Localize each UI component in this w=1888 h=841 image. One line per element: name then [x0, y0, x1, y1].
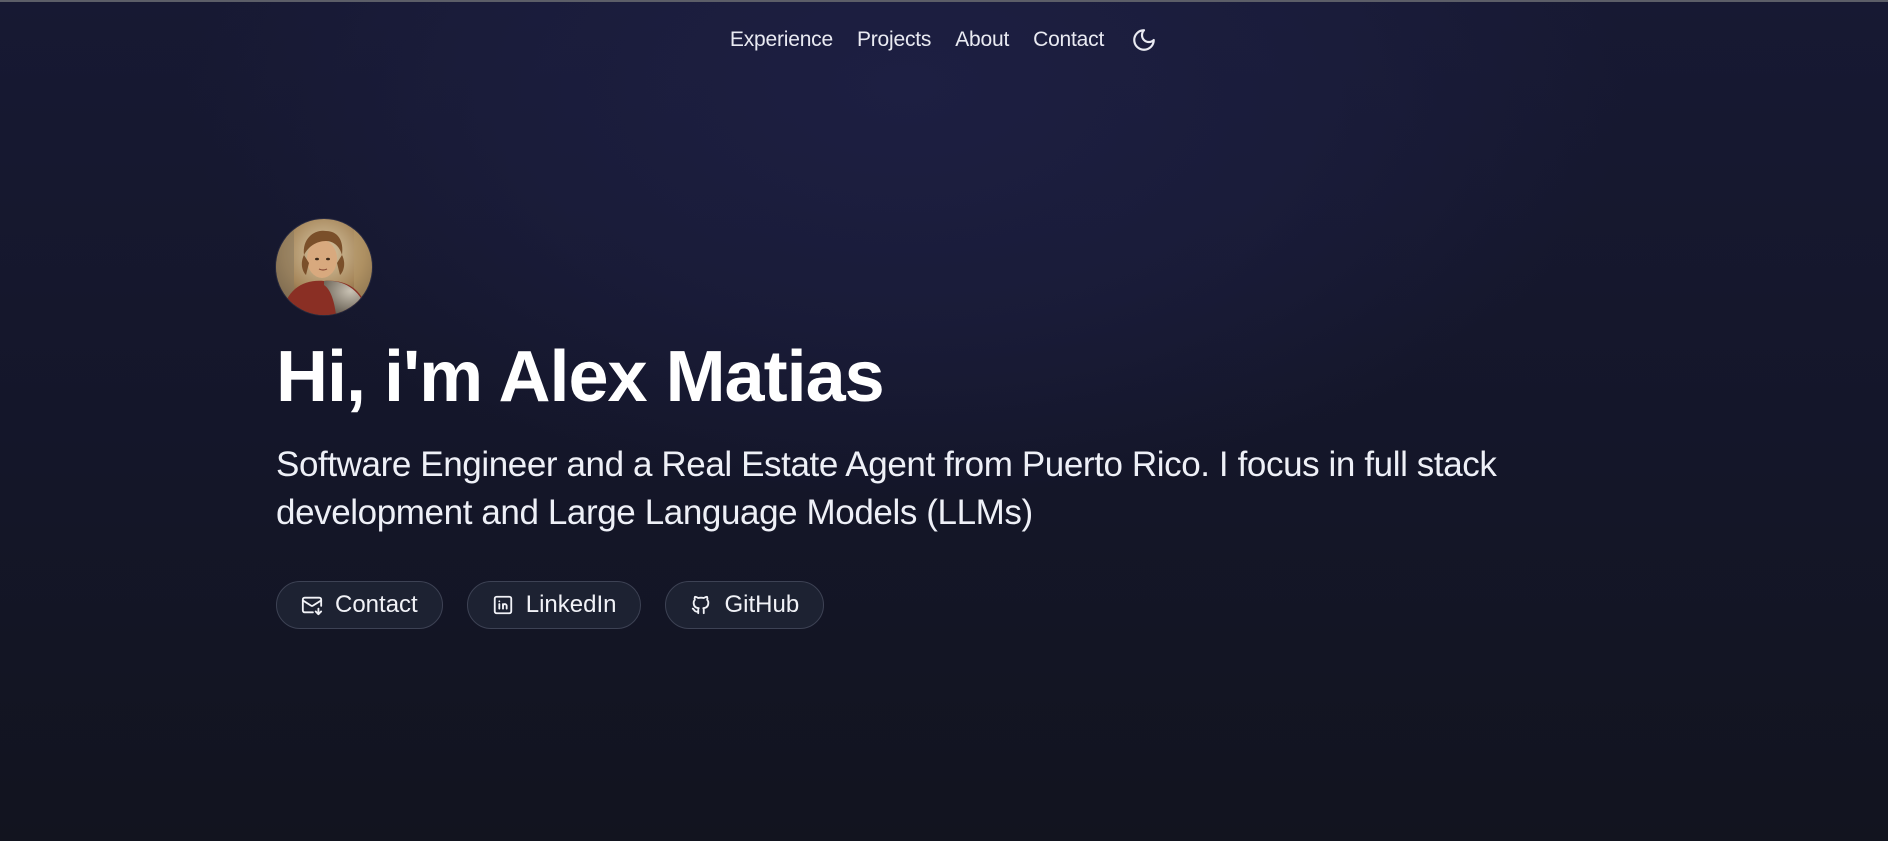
- contact-button[interactable]: Contact: [276, 581, 443, 629]
- hero-section: Hi, i'm Alex Matias Software Engineer an…: [276, 219, 1636, 629]
- theme-toggle-button[interactable]: [1130, 26, 1158, 54]
- page-title: Hi, i'm Alex Matias: [276, 337, 885, 417]
- window-top-border: [0, 0, 1888, 2]
- github-button[interactable]: GitHub: [665, 581, 825, 629]
- linkedin-button-label: LinkedIn: [525, 591, 617, 618]
- nav-link-projects[interactable]: Projects: [857, 28, 931, 52]
- social-buttons: Contact LinkedIn GitHub: [276, 581, 1636, 629]
- nav-link-experience[interactable]: Experience: [730, 28, 833, 52]
- avatar-portrait: [276, 219, 372, 315]
- moon-icon: [1133, 29, 1155, 51]
- hero-subtitle: Software Engineer and a Real Estate Agen…: [276, 445, 1497, 532]
- top-nav: Experience Projects About Contact: [0, 26, 1888, 54]
- linkedin-button[interactable]: LinkedIn: [466, 581, 642, 629]
- linkedin-icon: [492, 594, 514, 616]
- github-icon: [690, 594, 712, 616]
- avatar: [276, 219, 372, 315]
- contact-button-label: Contact: [335, 591, 418, 618]
- nav-link-about[interactable]: About: [955, 28, 1009, 52]
- mail-icon: [301, 594, 323, 616]
- github-button-label: GitHub: [724, 591, 800, 618]
- nav-link-contact[interactable]: Contact: [1033, 28, 1104, 52]
